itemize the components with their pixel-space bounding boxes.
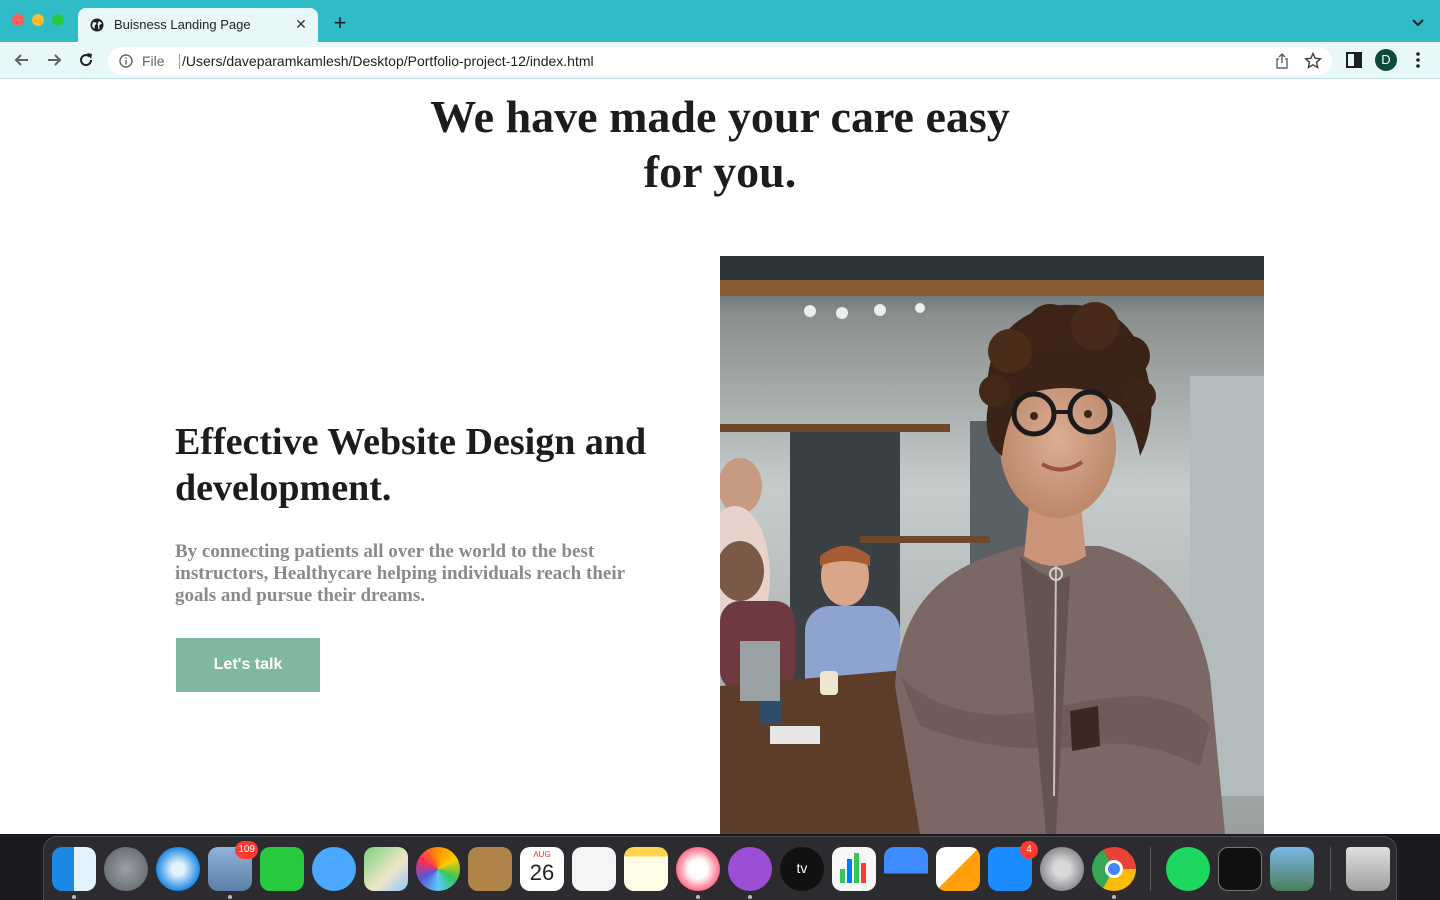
contacts-icon[interactable] xyxy=(468,847,512,891)
mail-icon[interactable]: 109 xyxy=(208,841,258,891)
finder-running-dot xyxy=(72,895,76,899)
mail-unread-badge: 109 xyxy=(235,841,258,859)
share-icon[interactable] xyxy=(1274,53,1290,69)
lets-talk-button[interactable]: Let's talk xyxy=(176,638,320,692)
chrome-center-icon xyxy=(1105,860,1123,878)
close-tab-icon[interactable]: ✕ xyxy=(293,16,309,32)
preview-icon[interactable] xyxy=(1270,847,1314,891)
trash-icon[interactable] xyxy=(1346,847,1390,891)
keynote-icon[interactable] xyxy=(884,847,928,891)
podcasts-running-dot xyxy=(748,895,752,899)
reload-icon[interactable] xyxy=(76,50,96,70)
close-window-button[interactable] xyxy=(12,14,24,26)
tab-title: Buisness Landing Page xyxy=(114,17,251,32)
mail-running-dot xyxy=(228,895,232,899)
numbers-icon[interactable] xyxy=(832,847,876,891)
apple-tv-icon[interactable]: tv xyxy=(780,847,824,891)
zoom-window-button[interactable] xyxy=(52,14,64,26)
minimize-window-button[interactable] xyxy=(32,14,44,26)
music-icon[interactable] xyxy=(676,847,720,891)
app-store-icon[interactable]: 4 xyxy=(988,841,1038,891)
address-bar[interactable]: File /Users/daveparamkamlesh/Desktop/Por… xyxy=(108,47,1332,75)
pages-icon[interactable] xyxy=(936,847,980,891)
dock-separator xyxy=(1150,847,1151,891)
address-separator xyxy=(179,54,180,69)
numbers-bars-icon xyxy=(840,853,866,883)
browser-tab-bar: Buisness Landing Page ✕ + xyxy=(0,0,1440,42)
web-page: We have made your care easy for you. Eff… xyxy=(0,79,1440,834)
app-store-updates-badge: 4 xyxy=(1020,841,1038,859)
browser-toolbar: File /Users/daveparamkamlesh/Desktop/Por… xyxy=(0,42,1440,79)
globe-icon xyxy=(90,18,104,32)
terminal-icon[interactable] xyxy=(1218,847,1262,891)
hero-heading: We have made your care easy for you. xyxy=(430,91,1010,197)
profile-avatar[interactable]: D xyxy=(1375,49,1397,71)
back-arrow-icon[interactable] xyxy=(12,50,32,70)
spotify-icon[interactable] xyxy=(1166,847,1210,891)
more-options-icon[interactable] xyxy=(1410,50,1426,70)
calendar-month: AUG xyxy=(533,850,551,859)
browser-tab[interactable]: Buisness Landing Page ✕ xyxy=(78,8,318,42)
hero-photo-woman-in-office xyxy=(720,256,1264,834)
notes-icon[interactable] xyxy=(624,847,668,891)
music-running-dot xyxy=(696,895,700,899)
chrome-running-dot xyxy=(1112,895,1116,899)
url-text[interactable]: /Users/daveparamkamlesh/Desktop/Portfoli… xyxy=(182,53,594,69)
photos-icon[interactable] xyxy=(416,847,460,891)
new-tab-button[interactable]: + xyxy=(329,12,351,35)
feature-description: By connecting patients all over the worl… xyxy=(175,541,625,606)
reminders-icon[interactable] xyxy=(572,847,616,891)
messages-icon[interactable] xyxy=(312,847,356,891)
launchpad-icon[interactable] xyxy=(104,847,148,891)
chrome-icon[interactable] xyxy=(1092,847,1136,891)
macos-dock: 109 AUG 26 tv 4 xyxy=(43,836,1397,900)
tab-search-chevron-icon[interactable] xyxy=(1410,14,1426,30)
facetime-icon[interactable] xyxy=(260,847,304,891)
safari-icon[interactable] xyxy=(156,847,200,891)
podcasts-icon[interactable] xyxy=(728,847,772,891)
dock-separator-2 xyxy=(1330,847,1331,891)
finder-icon[interactable] xyxy=(52,847,96,891)
apple-tv-label: tv xyxy=(796,860,808,876)
calendar-day: 26 xyxy=(529,860,555,885)
system-preferences-gear-icon[interactable] xyxy=(1040,847,1084,891)
calendar-icon[interactable]: AUG 26 xyxy=(520,847,564,891)
window-controls xyxy=(12,14,64,26)
maps-icon[interactable] xyxy=(364,847,408,891)
feature-heading: Effective Website Design and development… xyxy=(175,421,647,509)
side-panel-icon[interactable] xyxy=(1345,51,1363,69)
info-icon[interactable] xyxy=(119,54,133,68)
bookmark-star-icon[interactable] xyxy=(1304,52,1322,70)
file-scheme-label: File xyxy=(142,53,165,69)
forward-arrow-icon[interactable] xyxy=(44,50,64,70)
